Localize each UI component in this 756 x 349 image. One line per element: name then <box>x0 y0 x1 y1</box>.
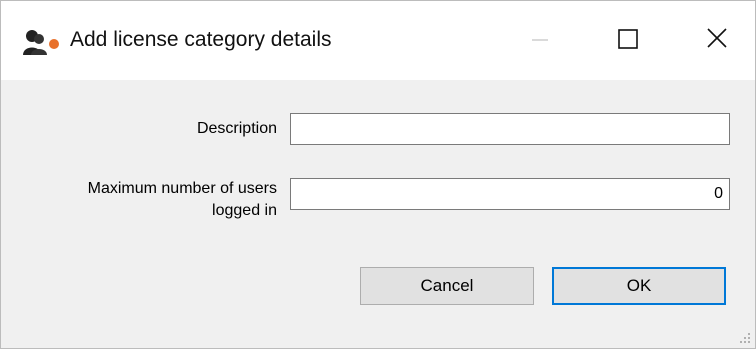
description-input[interactable] <box>290 113 730 145</box>
maximize-icon <box>618 29 638 49</box>
users-icon <box>23 30 59 55</box>
title-bar[interactable]: Add license category details <box>1 1 755 80</box>
cancel-button[interactable]: Cancel <box>360 267 534 305</box>
description-label: Description <box>196 120 277 137</box>
max-users-label-line2: logged in <box>212 202 277 219</box>
resize-grip-icon[interactable] <box>737 330 751 344</box>
close-button[interactable] <box>683 15 753 65</box>
minimize-icon <box>532 39 548 41</box>
maximize-button[interactable] <box>593 15 663 65</box>
dialog-window: Add license category details Description… <box>0 0 756 349</box>
max-users-label: Maximum number of users logged in <box>88 178 277 222</box>
max-users-input[interactable] <box>290 178 730 210</box>
ok-button[interactable]: OK <box>552 267 726 305</box>
max-users-label-line1: Maximum number of users <box>87 180 277 197</box>
close-icon <box>707 28 727 48</box>
window-title: Add license category details <box>70 28 332 51</box>
minimize-button[interactable] <box>505 15 575 65</box>
